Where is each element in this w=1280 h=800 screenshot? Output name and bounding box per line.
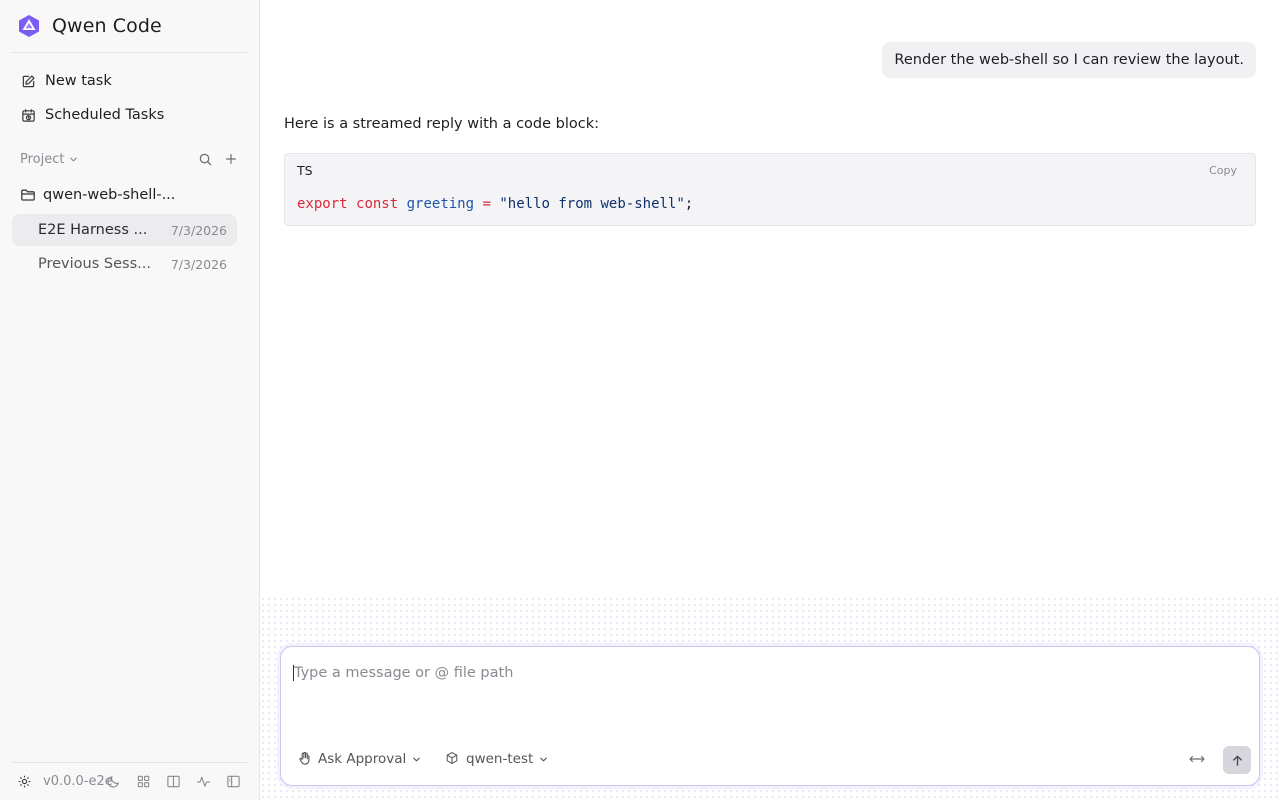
calendar-clock-icon — [20, 107, 36, 123]
gear-icon[interactable] — [17, 774, 33, 790]
moon-icon[interactable] — [106, 774, 122, 790]
grid-icon[interactable] — [136, 774, 152, 790]
message-input[interactable] — [293, 665, 1247, 681]
code-block: TS Copy export const greeting = "hello f… — [284, 153, 1256, 226]
chevron-down-icon — [538, 754, 549, 765]
edit-icon — [20, 73, 36, 89]
scheduled-tasks-label: Scheduled Tasks — [45, 107, 165, 123]
assistant-message: Here is a streamed reply with a code blo… — [284, 116, 600, 132]
project-header: Project — [20, 148, 239, 170]
sidebar: Qwen Code New task Scheduled Tasks Proje… — [0, 0, 260, 800]
code-keyword: const — [356, 196, 399, 212]
session-name: Previous Sess... — [38, 256, 151, 272]
hand-icon — [297, 751, 313, 767]
code-language-label: TS — [297, 163, 313, 178]
brand: Qwen Code — [16, 12, 162, 40]
model-dropdown[interactable]: qwen-test — [445, 749, 549, 769]
split-view-icon[interactable] — [166, 774, 182, 790]
sidebar-toggle-icon[interactable] — [226, 774, 242, 790]
send-button[interactable] — [1223, 746, 1251, 774]
approval-mode-dropdown[interactable]: Ask Approval — [297, 749, 422, 769]
expand-icon[interactable] — [1187, 751, 1207, 767]
project-folder-label: qwen-web-shell-... — [43, 187, 176, 203]
version-label: v0.0.0-e2e — [43, 774, 113, 789]
copy-button[interactable]: Copy — [1209, 164, 1237, 177]
session-date: 7/3/2026 — [170, 256, 227, 272]
folder-icon — [20, 187, 36, 203]
activity-icon[interactable] — [196, 774, 212, 790]
session-name: E2E Harness ... — [38, 222, 148, 238]
code-punctuation: ; — [684, 196, 694, 212]
add-project-icon[interactable] — [223, 151, 239, 167]
arrow-up-icon — [1232, 755, 1242, 766]
approval-mode-label: Ask Approval — [318, 751, 407, 767]
code-keyword: export — [297, 196, 348, 212]
session-item[interactable]: E2E Harness ... 7/3/2026 — [12, 214, 237, 246]
new-task-label: New task — [45, 73, 112, 89]
chevron-down-icon[interactable] — [68, 154, 79, 165]
code-string: "hello from web-shell" — [499, 196, 685, 212]
sidebar-footer: v0.0.0-e2e — [12, 762, 247, 800]
code-identifier: greeting — [406, 196, 475, 212]
project-folder[interactable]: qwen-web-shell-... — [12, 181, 248, 209]
composer: Ask Approval qwen-test — [280, 646, 1260, 786]
project-label[interactable]: Project — [20, 152, 64, 167]
divider — [12, 52, 247, 53]
qwen-logo-icon — [16, 13, 42, 39]
app-title: Qwen Code — [52, 15, 162, 37]
session-item[interactable]: Previous Sess... 7/3/2026 — [12, 248, 237, 280]
user-message: Render the web-shell so I can review the… — [882, 42, 1256, 78]
chevron-down-icon — [411, 754, 422, 765]
model-label: qwen-test — [466, 751, 534, 767]
cube-icon — [445, 751, 461, 767]
new-task-button[interactable]: New task — [12, 66, 248, 96]
session-date: 7/3/2026 — [170, 222, 227, 238]
code-operator: = — [482, 196, 491, 212]
scheduled-tasks-button[interactable]: Scheduled Tasks — [12, 100, 248, 130]
code-line: export const greeting = "hello from web-… — [297, 196, 693, 212]
search-icon[interactable] — [197, 151, 213, 167]
